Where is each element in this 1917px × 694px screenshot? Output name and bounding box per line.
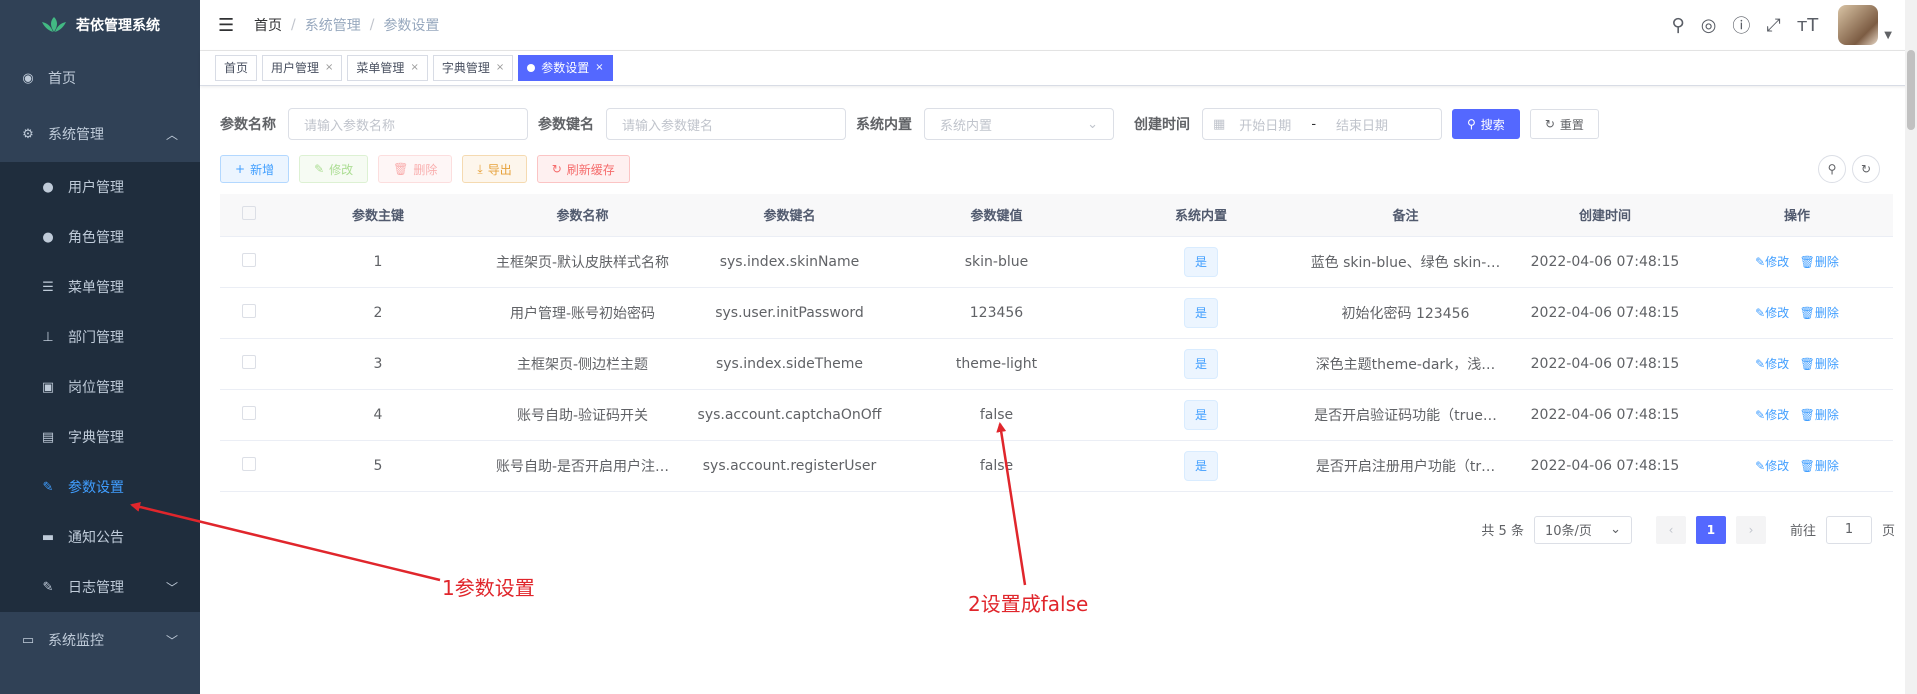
annotation-arrow-1 — [130, 502, 441, 582]
annotation-label-1: 1参数设置 — [442, 576, 535, 600]
annotation-arrow-2 — [996, 422, 1027, 586]
annotation-label-2: 2设置成false — [968, 592, 1089, 616]
annotation-arrows — [130, 422, 1027, 586]
